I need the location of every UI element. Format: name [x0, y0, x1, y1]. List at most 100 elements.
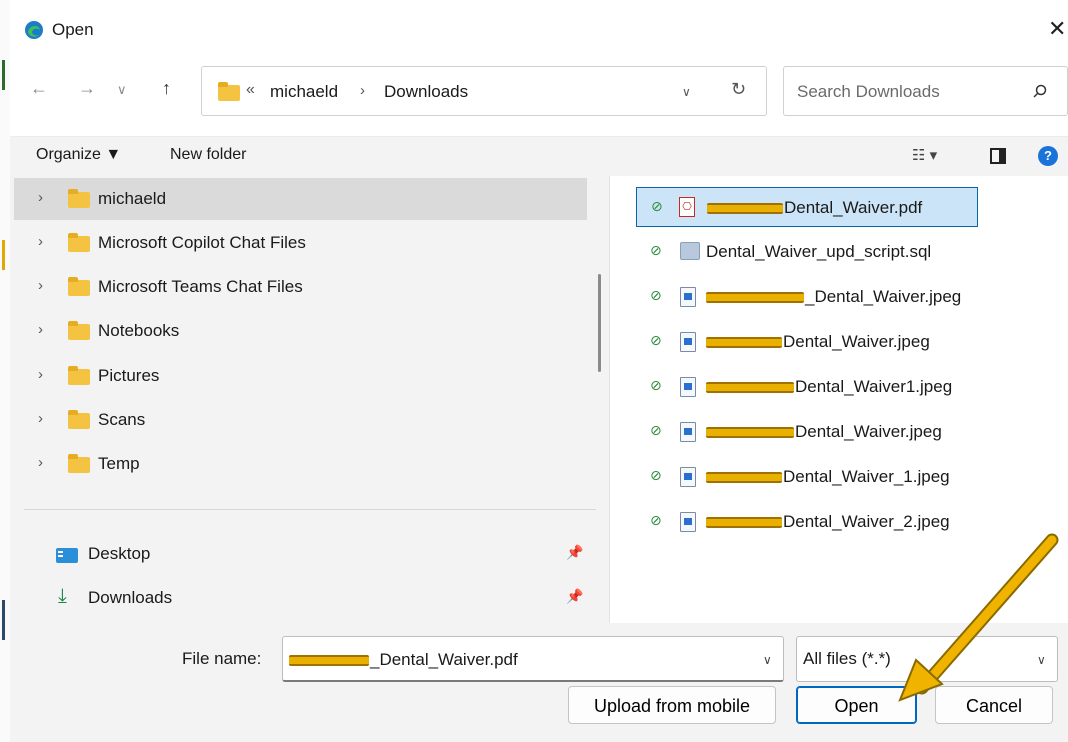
redaction-mark: [707, 203, 783, 215]
tree-item-label: Scans: [98, 410, 146, 429]
redaction-mark: [706, 382, 794, 394]
redaction-mark: [706, 517, 782, 529]
pin-icon[interactable]: 📌: [566, 588, 583, 605]
tree-item-label: Microsoft Copilot Chat Files: [98, 233, 306, 252]
content-area: › michaeld › Microsoft Copilot Chat File…: [10, 176, 1068, 623]
quick-access-desktop[interactable]: Desktop 📌: [54, 539, 594, 571]
file-name: Dental_Waiver.jpeg: [706, 332, 930, 352]
redaction-mark: [289, 655, 369, 667]
folder-icon: [68, 189, 90, 208]
tree-item-pictures[interactable]: › Pictures: [14, 355, 587, 397]
image-file-icon: [680, 332, 696, 352]
expand-chevron-icon[interactable]: ›: [38, 233, 43, 250]
pin-icon[interactable]: 📌: [566, 544, 583, 561]
tree-item-temp[interactable]: › Temp: [14, 443, 587, 485]
background-edge-mark: [2, 60, 5, 90]
search-icon[interactable]: [1032, 84, 1048, 100]
tree-item-teams-chat-files[interactable]: › Microsoft Teams Chat Files: [14, 266, 587, 308]
expand-chevron-icon[interactable]: ›: [38, 321, 43, 338]
folder-icon: [68, 366, 90, 385]
organize-menu-button[interactable]: Organize ▼: [36, 146, 121, 164]
background-edge: [0, 0, 10, 742]
checkmark-icon: ⊘: [650, 377, 662, 393]
file-list: ⊘ ⎔ Dental_Waiver.pdf ⊘ Dental_Waiver_up…: [609, 176, 1068, 623]
tree-item-copilot-chat-files[interactable]: › Microsoft Copilot Chat Files: [14, 222, 587, 264]
address-history-chevron-icon[interactable]: ∨: [682, 85, 691, 99]
address-bar[interactable]: « michaeld › Downloads ∨ ↻: [201, 66, 767, 116]
open-button[interactable]: Open: [796, 686, 917, 724]
redaction-mark: [706, 427, 794, 439]
checkmark-icon: ⊘: [651, 198, 663, 214]
expand-chevron-icon[interactable]: ›: [38, 454, 43, 471]
image-file-icon: [680, 422, 696, 442]
cancel-button[interactable]: Cancel: [935, 686, 1053, 724]
view-options-icon[interactable]: ☷ ▾: [912, 146, 937, 164]
breadcrumb-item-downloads[interactable]: Downloads: [384, 82, 468, 102]
tree-item-label: Notebooks: [98, 321, 180, 340]
checkmark-icon: ⊘: [650, 332, 662, 348]
tree-item-michaeld[interactable]: › michaeld: [14, 178, 587, 220]
file-name: Dental_Waiver_1.jpeg: [706, 467, 950, 487]
expand-chevron-icon[interactable]: ›: [38, 410, 43, 427]
search-input[interactable]: Search Downloads: [783, 66, 1068, 116]
expand-chevron-icon[interactable]: ›: [38, 189, 43, 206]
file-name-value: _Dental_Waiver.pdf: [289, 650, 518, 670]
file-name: Dental_Waiver.pdf: [707, 198, 922, 218]
title-bar: Open ✕: [10, 0, 1068, 60]
quick-access-label: Desktop: [88, 544, 151, 563]
tree-item-label: Microsoft Teams Chat Files: [98, 277, 303, 296]
image-file-icon: [680, 287, 696, 307]
chevron-down-icon[interactable]: ∨: [763, 653, 772, 667]
tree-item-label: michaeld: [98, 189, 167, 208]
recent-locations-chevron-icon[interactable]: ∨: [117, 82, 127, 98]
file-type-select[interactable]: All files (*.*) ∨: [796, 636, 1058, 682]
tree-item-label: Pictures: [98, 366, 160, 385]
folder-icon: [218, 82, 240, 101]
folder-icon: [68, 233, 90, 252]
redaction-mark: [706, 472, 782, 484]
tree-item-notebooks[interactable]: › Notebooks: [14, 310, 587, 352]
forward-arrow-icon[interactable]: →: [78, 78, 96, 99]
folder-icon: [68, 321, 90, 340]
file-name-label: File name:: [182, 649, 262, 668]
checkmark-icon: ⊘: [650, 287, 662, 303]
back-arrow-icon[interactable]: ←: [30, 78, 48, 99]
up-arrow-icon[interactable]: ↑: [162, 78, 171, 99]
checkmark-icon: ⊘: [650, 422, 662, 438]
breadcrumb-overflow[interactable]: «: [246, 81, 255, 99]
preview-pane-icon[interactable]: [990, 148, 1006, 164]
expand-chevron-icon[interactable]: ›: [38, 277, 43, 294]
new-folder-button[interactable]: New folder: [170, 146, 246, 164]
tree-item-label: Temp: [98, 454, 140, 473]
upload-from-mobile-button[interactable]: Upload from mobile: [568, 686, 776, 724]
file-name: _Dental_Waiver.jpeg: [706, 287, 961, 307]
file-item-pdf[interactable]: ⊘ ⎔ Dental_Waiver.pdf: [636, 187, 978, 227]
file-item-jpeg[interactable]: ⊘ Dental_Waiver_1.jpeg: [636, 457, 978, 497]
quick-access-downloads[interactable]: ⤓ Downloads 📌: [54, 583, 594, 615]
scrollbar[interactable]: [598, 274, 601, 372]
file-name: Dental_Waiver_upd_script.sql: [706, 242, 932, 261]
background-edge-mark: [2, 600, 5, 640]
tree-item-scans[interactable]: › Scans: [14, 399, 587, 441]
refresh-icon[interactable]: ↻: [731, 79, 746, 100]
folder-icon: [68, 410, 90, 429]
expand-chevron-icon[interactable]: ›: [38, 366, 43, 383]
pane-divider: [24, 509, 596, 510]
download-arrow-icon: ⤓: [58, 585, 67, 607]
file-item-sql[interactable]: ⊘ Dental_Waiver_upd_script.sql: [636, 232, 978, 272]
file-item-jpeg[interactable]: ⊘ Dental_Waiver1.jpeg: [636, 367, 978, 407]
file-name-input[interactable]: _Dental_Waiver.pdf ∨: [282, 636, 784, 682]
folder-icon: [68, 277, 90, 296]
command-bar: Organize ▼ New folder ☷ ▾ ?: [10, 136, 1068, 176]
close-icon[interactable]: ✕: [1048, 16, 1066, 42]
file-item-jpeg[interactable]: ⊘ Dental_Waiver.jpeg: [636, 412, 978, 452]
image-file-icon: [680, 467, 696, 487]
file-item-jpeg[interactable]: ⊘ Dental_Waiver_2.jpeg: [636, 502, 978, 542]
chevron-down-icon: ∨: [1037, 653, 1046, 667]
file-item-jpeg[interactable]: ⊘ _Dental_Waiver.jpeg: [636, 277, 978, 317]
breadcrumb-item-michaeld[interactable]: michaeld: [270, 82, 338, 102]
help-icon[interactable]: ?: [1038, 146, 1058, 166]
file-item-jpeg[interactable]: ⊘ Dental_Waiver.jpeg: [636, 322, 978, 362]
pdf-icon: ⎔: [679, 197, 695, 217]
navigation-pane: › michaeld › Microsoft Copilot Chat File…: [10, 176, 609, 623]
